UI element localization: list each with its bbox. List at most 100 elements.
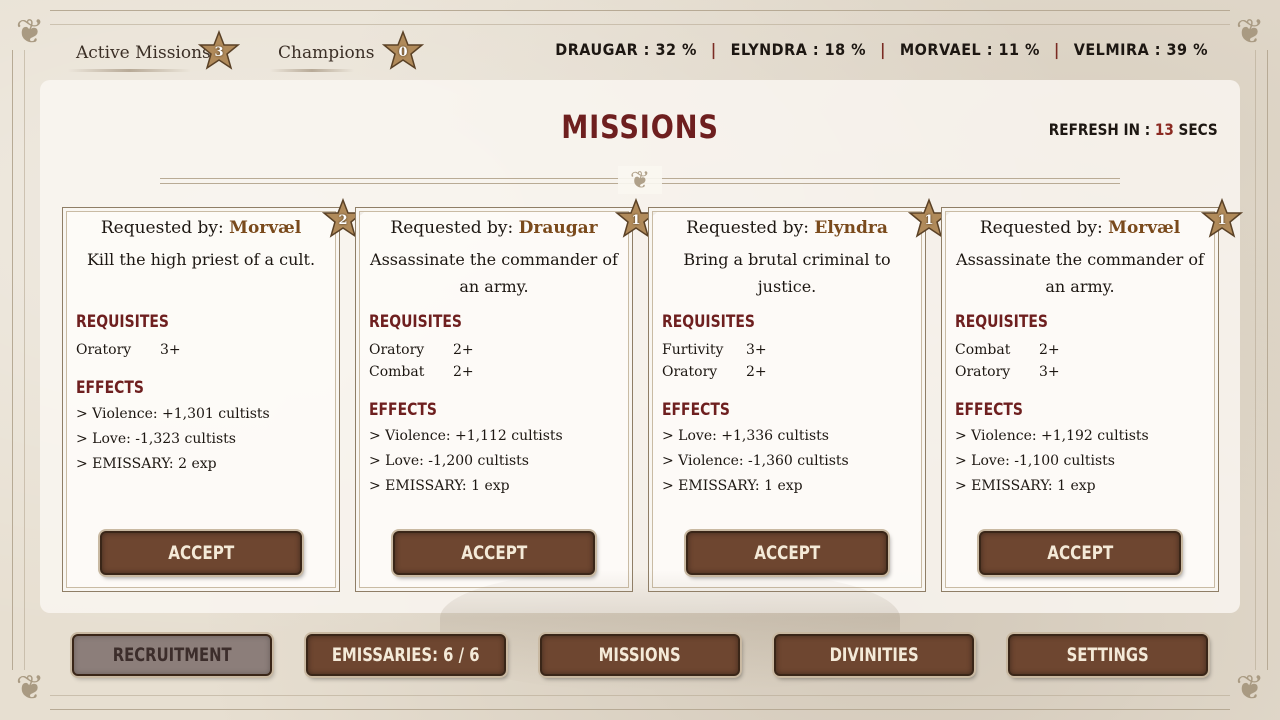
requisites-heading: REQUISITES [955, 312, 1048, 332]
refresh-value: 13 [1155, 120, 1175, 139]
mission-level: 1 [1217, 213, 1227, 228]
faction-morvael: MORVAEL : 11 % [899, 39, 1040, 59]
requested-by-label: Requested by: [100, 218, 224, 238]
requisite-row: Oratory 3+ [76, 342, 181, 358]
star-badge-icon: 0 [382, 30, 424, 72]
nav-missions-button[interactable]: MISSIONS [540, 634, 740, 676]
accept-label: ACCEPT [461, 542, 527, 564]
effects-heading: EFFECTS [955, 400, 1023, 420]
requisite-level: 2+ [1039, 342, 1060, 358]
frame-top-line-inner [50, 24, 1230, 25]
requisite-row: Oratory 3+ [955, 364, 1060, 380]
requested-by-label: Requested by: [390, 218, 514, 238]
frame-bottom-line [50, 709, 1230, 710]
effect-line: > EMISSARY: 1 exp [955, 478, 1096, 494]
requisite-row: Oratory 2+ [662, 364, 767, 380]
accept-button[interactable]: ACCEPT [393, 531, 595, 575]
nav-divinities-button[interactable]: DIVINITIES [774, 634, 974, 676]
nav-label: EMISSARIES: 6 / 6 [332, 644, 480, 666]
requisite-name: Oratory [369, 342, 425, 358]
effect-line: > Violence: +1,301 cultists [76, 406, 270, 422]
mission-description: Assassinate the commander of an army. [370, 250, 618, 296]
requested-by-label: Requested by: [686, 218, 809, 238]
divider-ornament-icon: ❦ [618, 166, 662, 194]
effect-line: > Violence: +1,192 cultists [955, 428, 1149, 444]
faction-separator: | [1053, 39, 1060, 59]
refresh-label: REFRESH IN : [1049, 120, 1151, 139]
requisite-level: 2+ [746, 364, 767, 380]
faction-velmira: VELMIRA : 39 % [1073, 39, 1208, 59]
requisites-heading: REQUISITES [76, 312, 169, 332]
faction-draugar: DRAUGAR : 32 % [555, 39, 697, 59]
requisite-row: Combat 2+ [955, 342, 1060, 358]
frame-right-line-inner [1255, 50, 1256, 670]
requisites-heading: REQUISITES [662, 312, 755, 332]
accept-button[interactable]: ACCEPT [979, 531, 1181, 575]
effect-line: > Love: +1,336 cultists [662, 428, 829, 444]
badge-count: 0 [398, 45, 408, 60]
tab-active-missions[interactable]: Active Missions [68, 38, 211, 72]
mission-card: Requested by: Elyndra Bring a brutal crim… [648, 198, 950, 592]
requisite-row: Combat 2+ [369, 364, 474, 380]
corner-ornament-icon: ❦ [15, 668, 45, 708]
requisite-name: Oratory [662, 364, 718, 380]
refresh-unit: SECS [1178, 120, 1218, 139]
refresh-timer: REFRESH IN : 13 SECS [1049, 120, 1218, 139]
requisite-level: 3+ [160, 342, 181, 358]
star-badge-icon: 3 [198, 30, 240, 72]
requested-by: Requested by: Morvæl [63, 218, 339, 238]
mission-card: Requested by: Morvæl Kill the high priest… [62, 198, 364, 592]
effects-heading: EFFECTS [662, 400, 730, 420]
requisites-heading: REQUISITES [369, 312, 462, 332]
accept-button[interactable]: ACCEPT [686, 531, 888, 575]
requested-by: Requested by: Elyndra [649, 218, 925, 238]
faction-standings: DRAUGAR : 32 % | ELYNDRA : 18 % | MORVAE… [555, 36, 1208, 62]
requisite-name: Combat [369, 364, 425, 380]
effect-line: > EMISSARY: 1 exp [662, 478, 803, 494]
mission-level-star-icon: 1 [1201, 198, 1243, 240]
requisite-level: 2+ [453, 364, 474, 380]
requisite-row: Furtivity 3+ [662, 342, 767, 358]
tab-champions[interactable]: Champions [270, 38, 374, 72]
effect-line: > Love: -1,323 cultists [76, 431, 236, 447]
faction-separator: | [710, 39, 717, 59]
tab-label: Active Missions [76, 43, 211, 63]
mission-description: Bring a brutal criminal to justice. [683, 250, 891, 296]
accept-label: ACCEPT [1047, 542, 1113, 564]
frame-left-line [12, 50, 13, 670]
tab-underline [68, 69, 191, 72]
accept-label: ACCEPT [754, 542, 820, 564]
requested-by-label: Requested by: [979, 218, 1103, 238]
nav-emissaries-button[interactable]: EMISSARIES: 6 / 6 [306, 634, 506, 676]
effect-line: > Love: -1,100 cultists [955, 453, 1115, 469]
effect-line: > EMISSARY: 2 exp [76, 456, 217, 472]
requested-by: Requested by: Morvæl [942, 218, 1218, 238]
corner-ornament-icon: ❦ [1235, 12, 1265, 52]
accept-button[interactable]: ACCEPT [100, 531, 302, 575]
effects-heading: EFFECTS [369, 400, 437, 420]
tab-underline [270, 69, 355, 72]
nav-recruitment-button[interactable]: RECRUITMENT [72, 634, 272, 676]
requisite-level: 3+ [746, 342, 767, 358]
requester-name: Morvæl [229, 218, 302, 238]
requester-name: Elyndra [814, 218, 888, 238]
frame-left-line-inner [24, 50, 25, 670]
requisite-row: Oratory 2+ [369, 342, 474, 358]
requester-name: Draugar [518, 218, 598, 238]
nav-settings-button[interactable]: SETTINGS [1008, 634, 1208, 676]
requisite-name: Combat [955, 342, 1011, 358]
nav-label: RECRUITMENT [112, 644, 232, 666]
requester-name: Morvæl [1108, 218, 1181, 238]
mission-description: Kill the high priest of a cult. [86, 250, 316, 269]
effect-line: > EMISSARY: 1 exp [369, 478, 510, 494]
mission-description: Assassinate the commander of an army. [956, 250, 1204, 296]
requisite-name: Furtivity [662, 342, 724, 358]
effect-line: > Love: -1,200 cultists [369, 453, 529, 469]
page-title: MISSIONS [561, 108, 719, 146]
nav-label: DIVINITIES [829, 644, 919, 666]
frame-bottom-line-inner [50, 695, 1230, 696]
accept-label: ACCEPT [168, 542, 234, 564]
nav-label: SETTINGS [1066, 644, 1150, 666]
frame-right-line [1267, 50, 1268, 670]
effect-line: > Violence: -1,360 cultists [662, 453, 849, 469]
